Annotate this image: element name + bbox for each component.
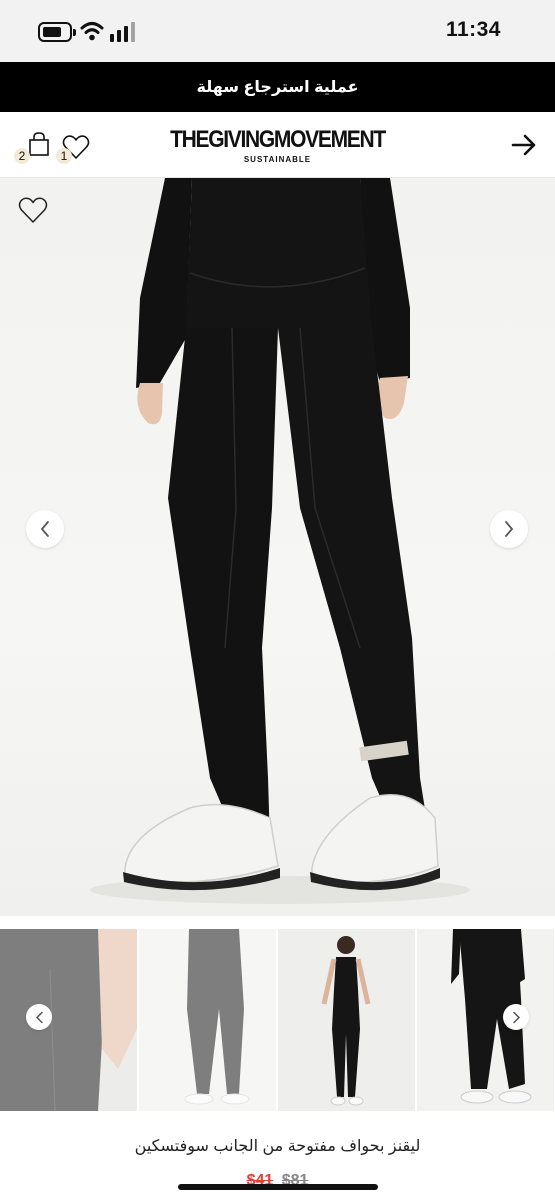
arrow-right-icon[interactable] (511, 134, 537, 156)
thumbnail-prev-button[interactable] (26, 1004, 52, 1030)
battery-icon (38, 22, 76, 42)
hero-wishlist-heart-icon[interactable] (18, 196, 48, 224)
product-title: ليقنز بحواف مفتوحة من الجانب سوفتسكين (134, 1138, 421, 1155)
thumbnail-3[interactable] (278, 929, 415, 1111)
home-indicator (178, 1184, 378, 1190)
gallery-next-button[interactable] (490, 510, 528, 548)
thumbnail-3-image (278, 929, 415, 1111)
brand-tagline: SUSTAINABLE (243, 155, 312, 164)
product-photo (90, 178, 470, 904)
thumbnail-2-image (139, 929, 276, 1111)
thumbnail-2[interactable] (139, 929, 276, 1111)
status-time: 11:34 (445, 18, 501, 41)
cellular-signal-icon (110, 22, 138, 42)
cart-count-badge: 2 (14, 148, 30, 164)
chevron-right-icon (512, 1011, 520, 1023)
chevron-right-icon (505, 521, 514, 537)
thumbnail-4-image (417, 929, 554, 1111)
site-header: 2 1 THEGIVINGMOVEMENT SUSTAINABLE (0, 112, 555, 178)
brand-logo[interactable]: THEGIVINGMOVEMENT SUSTAINABLE (155, 126, 400, 164)
wishlist-count-badge: 1 (56, 148, 72, 164)
product-main-image[interactable] (0, 178, 555, 916)
promo-banner[interactable]: عملية استرجاع سهلة (0, 62, 555, 112)
product-page: 11:34 عملية استرجاع سهلة 2 1 THEGIVINGMO… (0, 0, 555, 1200)
chevron-left-icon (40, 521, 49, 537)
brand-name: THEGIVINGMOVEMENT (170, 126, 386, 153)
gallery-prev-button[interactable] (26, 510, 64, 548)
thumbnail-1[interactable] (0, 929, 137, 1111)
thumbnail-4[interactable] (417, 929, 554, 1111)
wifi-icon (80, 22, 104, 41)
status-bar: 11:34 (0, 0, 555, 62)
thumbnail-strip (0, 929, 555, 1111)
thumbnail-1-image (0, 929, 137, 1111)
thumbnail-next-button[interactable] (503, 1004, 529, 1030)
promo-text: عملية استرجاع سهلة (196, 79, 359, 96)
shopping-bag-icon[interactable] (28, 132, 50, 156)
chevron-left-icon (35, 1011, 43, 1023)
